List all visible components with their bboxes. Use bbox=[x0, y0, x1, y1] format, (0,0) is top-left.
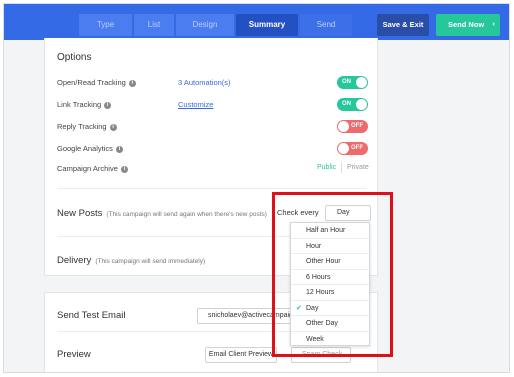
automations-link[interactable]: 3 Automation(s) bbox=[178, 78, 231, 87]
app-frame: Type List Design Summary Send Save & Exi… bbox=[3, 3, 510, 373]
toggle-knob bbox=[338, 143, 349, 154]
archive-public-option[interactable]: Public bbox=[317, 164, 336, 171]
save-exit-button[interactable]: Save & Exit bbox=[377, 14, 429, 36]
toggle-state: ON bbox=[342, 79, 351, 85]
link-tracking-row: Link Tracking i bbox=[57, 100, 112, 109]
open-read-tracking-row: Open/Read Tracking i bbox=[57, 78, 136, 87]
step-list[interactable]: List bbox=[134, 14, 174, 36]
options-title: Options bbox=[57, 52, 92, 63]
info-icon[interactable]: i bbox=[128, 79, 136, 87]
reply-tracking-label: Reply Tracking bbox=[57, 122, 107, 131]
customize-link[interactable]: Customize bbox=[178, 100, 213, 109]
google-analytics-row: Google Analytics i bbox=[57, 144, 123, 153]
archive-private-option[interactable]: Private bbox=[347, 164, 369, 171]
toggle-state: ON bbox=[342, 101, 351, 107]
preview-title: Preview bbox=[57, 349, 91, 360]
new-posts-note: (This campaign will send again when ther… bbox=[106, 211, 267, 218]
email-client-preview-button[interactable]: Email Client Preview bbox=[205, 347, 277, 363]
toggle-state: OFF bbox=[351, 145, 363, 151]
info-icon[interactable]: i bbox=[115, 145, 123, 153]
new-posts-title: New Posts bbox=[57, 208, 103, 219]
toggle-knob bbox=[356, 77, 367, 88]
delivery-title: Delivery bbox=[57, 255, 92, 266]
step-send[interactable]: Send bbox=[300, 14, 352, 36]
step-type[interactable]: Type bbox=[79, 14, 132, 36]
campaign-archive-label: Campaign Archive bbox=[57, 164, 118, 173]
send-now-button[interactable]: Send Now ‹ bbox=[436, 14, 500, 36]
chevron-left-icon: ‹ bbox=[492, 21, 495, 28]
info-icon[interactable]: i bbox=[104, 101, 112, 109]
campaign-archive-row: Campaign Archive i bbox=[57, 164, 128, 173]
archive-divider bbox=[341, 162, 342, 173]
step-summary[interactable]: Summary bbox=[236, 14, 298, 36]
highlight-box bbox=[272, 192, 393, 357]
open-read-tracking-label: Open/Read Tracking bbox=[57, 78, 126, 87]
reply-tracking-toggle[interactable]: OFF bbox=[337, 120, 368, 133]
wizard-steps: Type List Design Summary Send bbox=[79, 14, 354, 36]
toggle-state: OFF bbox=[351, 123, 363, 129]
link-tracking-label: Link Tracking bbox=[57, 100, 102, 109]
toggle-knob bbox=[338, 121, 349, 132]
top-bar: Type List Design Summary Send Save & Exi… bbox=[4, 4, 509, 40]
link-tracking-toggle[interactable]: ON bbox=[337, 98, 368, 111]
new-posts-heading: New Posts (This campaign will send again … bbox=[57, 208, 267, 219]
google-analytics-toggle[interactable]: OFF bbox=[337, 142, 368, 155]
step-design[interactable]: Design bbox=[176, 14, 234, 36]
send-test-title: Send Test Email bbox=[57, 310, 126, 321]
google-analytics-label: Google Analytics bbox=[57, 144, 113, 153]
toggle-knob bbox=[356, 99, 367, 110]
reply-tracking-row: Reply Tracking i bbox=[57, 122, 117, 131]
delivery-heading: Delivery (This campaign will send immedia… bbox=[57, 255, 205, 266]
info-icon[interactable]: i bbox=[109, 123, 117, 131]
open-read-tracking-toggle[interactable]: ON bbox=[337, 76, 368, 89]
send-now-label: Send Now bbox=[448, 20, 485, 29]
delivery-note: (This campaign will send immediately) bbox=[95, 258, 206, 265]
section-divider bbox=[57, 188, 367, 189]
info-icon[interactable]: i bbox=[120, 165, 128, 173]
